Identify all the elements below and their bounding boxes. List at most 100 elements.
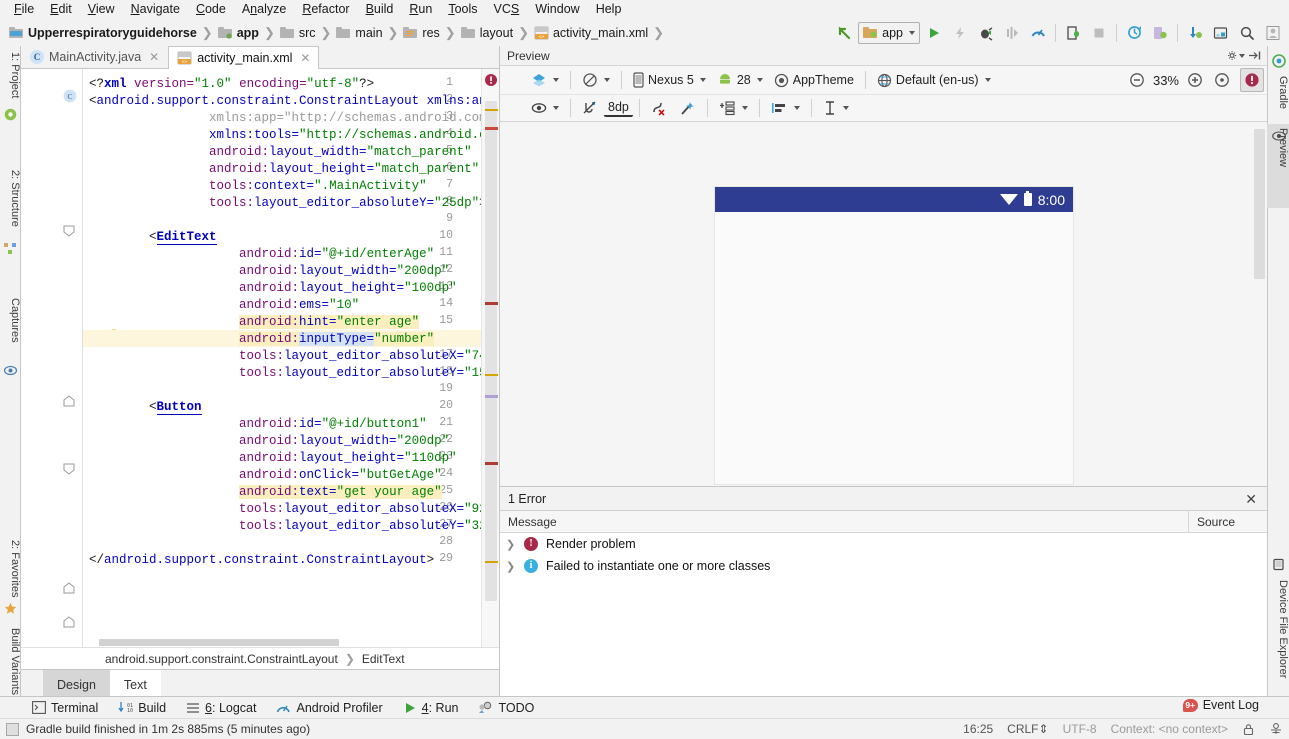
tab-mainactivity-java[interactable]: C MainActivity.java ✕ [21,45,168,68]
column-header-message[interactable]: Message [500,510,1189,533]
sidebar-item-favorites[interactable]: 2: Favorites [0,536,21,601]
preview-vertical-scrollbar[interactable] [1254,129,1265,279]
code-line[interactable]: xmlns:app="http://schemas.android.com/ap… [89,110,481,127]
autoconnect-button[interactable] [577,97,603,119]
code-line[interactable]: <Button [89,399,202,416]
debug-icon[interactable] [974,21,998,45]
background-tasks-icon[interactable] [6,722,19,736]
zoom-out-button[interactable] [1124,69,1150,91]
lock-icon[interactable] [1242,723,1255,736]
menu-item-window[interactable]: Window [527,0,587,19]
menu-item-help[interactable]: Help [588,0,630,19]
scrollbar-thumb[interactable] [99,639,339,646]
code-line[interactable]: android:layout_height="100dp" [89,280,457,297]
infer-constraints-button[interactable] [674,97,701,119]
code-line[interactable]: xmlns:tools="http://schemas.android.com/… [89,127,481,144]
menu-item-edit[interactable]: Edit [42,0,80,19]
stop-icon[interactable] [1087,21,1111,45]
menu-item-tools[interactable]: Tools [440,0,485,19]
sidebar-item-device-file-explorer[interactable]: Device File Explorer [1267,576,1289,682]
fold-marker-icon[interactable] [63,225,77,239]
avd-manager-icon[interactable] [1148,21,1172,45]
code-editor[interactable]: 1234567891011121314151617181920212223242… [21,69,499,647]
show-constraints-button[interactable] [526,97,564,119]
back-arrow-icon[interactable] [832,21,856,45]
profiler-icon[interactable] [1026,21,1050,45]
toolwindow-todo[interactable]: TODO [470,698,542,718]
code-line[interactable]: android:layout_height="match_parent" [89,161,479,178]
chevron-right-icon[interactable]: ❯ [506,538,516,551]
sync-gradle-icon[interactable] [1122,21,1146,45]
project-structure-icon[interactable] [1209,21,1233,45]
code-line[interactable]: android:layout_height="110dp" [89,450,457,467]
menu-item-file[interactable]: File [6,0,42,19]
code-line[interactable]: android:ems="10" [89,297,359,314]
sdk-manager-icon[interactable] [1183,21,1207,45]
breadcrumb-res[interactable]: res [400,22,442,44]
code-line[interactable]: android:text="get your age" [89,484,442,501]
tab-activity-main-xml[interactable]: <> activity_main.xml ✕ [168,46,320,69]
sidebar-item-project[interactable]: 1: Project [0,48,21,102]
device-selector[interactable]: Nexus 5 [628,69,711,91]
menu-item-run[interactable]: Run [401,0,440,19]
design-surface-selector[interactable] [526,69,564,91]
render-error-button[interactable] [1240,68,1264,92]
editor-gutter[interactable] [21,69,83,647]
code-lines[interactable]: <?xml version="1.0" encoding="utf-8"?> <a… [83,69,481,647]
toolwindow-build[interactable]: 01 10 Build [110,698,174,718]
attach-debugger-icon[interactable] [1061,21,1085,45]
breadcrumb-element[interactable]: android.support.constraint.ConstraintLay… [105,652,338,666]
scrollbar-thumb[interactable] [485,101,497,601]
code-line[interactable]: tools:layout_editor_absoluteY="25dp"> [89,195,481,212]
menu-item-navigate[interactable]: Navigate [123,0,188,19]
breadcrumb-module[interactable]: app [215,22,262,44]
sidebar-item-captures[interactable]: Captures [0,294,21,347]
fold-marker-icon[interactable] [63,463,77,477]
orientation-selector[interactable] [577,69,615,91]
code-line[interactable]: </android.support.constraint.ConstraintL… [89,552,434,569]
fold-marker-icon[interactable] [63,395,77,409]
editor-horizontal-scrollbar[interactable] [83,638,481,647]
breadcrumb-layout[interactable]: layout [458,22,516,44]
sidebar-item-gradle[interactable]: Gradle [1267,72,1289,113]
menu-item-view[interactable]: View [80,0,123,19]
code-line[interactable]: android:id="@+id/button1" [89,416,427,433]
chevron-right-icon[interactable]: ❯ [506,560,516,573]
menu-item-code[interactable]: Code [188,0,234,19]
locale-selector[interactable]: Default (en-us) [872,69,996,91]
code-line[interactable]: android:inputType="number" [89,331,435,348]
table-row[interactable]: ❯ i Failed to instantiate one or more cl… [500,555,1267,577]
zoom-fit-button[interactable] [1209,69,1235,91]
code-line[interactable]: tools:layout_editor_absoluteX="92dp" [89,501,481,518]
code-line[interactable]: tools:layout_editor_absoluteX="74dp" [89,348,481,365]
code-line[interactable]: android:id="@+id/enterAge" [89,246,434,263]
code-line[interactable]: android:layout_width="match_parent" [89,144,472,161]
toolwindow-terminal[interactable]: Terminal [24,698,106,718]
gear-icon[interactable] [1227,47,1245,65]
zoom-in-button[interactable] [1182,69,1208,91]
breadcrumb-file[interactable]: <> activity_main.xml [531,22,651,44]
menu-item-build[interactable]: Build [358,0,402,19]
table-row[interactable]: ❯ ! Render problem [500,533,1267,555]
code-line[interactable]: android:hint="enter age" [89,314,420,331]
toolwindow-android-profiler[interactable]: Android Profiler [268,698,390,718]
error-stripe[interactable] [481,69,499,647]
menu-item-vcs[interactable]: VCS [486,0,528,19]
column-header-source[interactable]: Source [1189,515,1267,529]
class-marker-icon[interactable]: C [63,89,77,103]
event-log-button[interactable]: 9+ Event Log [1182,698,1259,712]
code-line[interactable]: tools:context=".MainActivity" [89,178,427,195]
close-icon[interactable]: ✕ [300,51,310,65]
code-line[interactable]: <android.support.constraint.ConstraintLa… [89,93,481,110]
code-line[interactable]: android:layout_width="200dp" [89,433,449,450]
hide-panel-icon[interactable] [1245,47,1263,65]
preview-canvas[interactable]: 8:00 [500,123,1267,487]
theme-selector[interactable]: AppTheme [769,69,859,91]
code-line[interactable]: android:onClick="butGetAge" [89,467,442,484]
code-line[interactable]: tools:layout_editor_absoluteY="324dp" /> [89,518,481,535]
run-icon[interactable] [922,21,946,45]
code-line[interactable]: <?xml version="1.0" encoding="utf-8"?> [89,76,374,93]
encoding-selector[interactable]: UTF-8 [1063,722,1097,736]
close-icon[interactable]: ✕ [149,50,159,64]
fold-marker-icon[interactable] [63,582,77,596]
